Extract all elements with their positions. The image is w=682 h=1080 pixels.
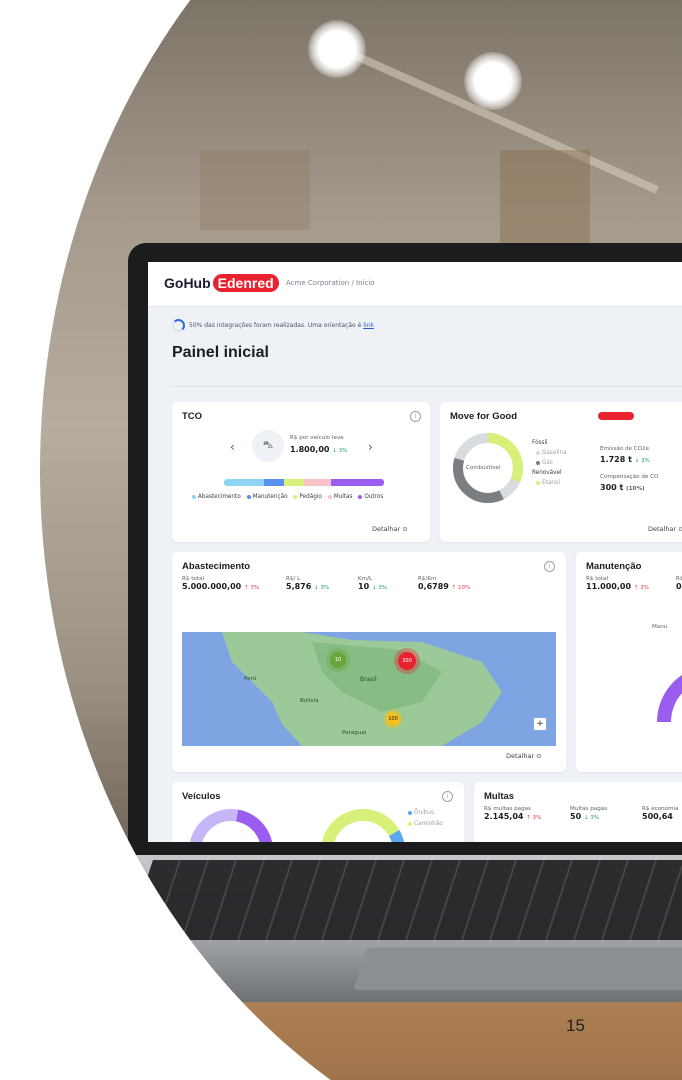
notice-link[interactable]: link [363,322,374,329]
chevron-left-icon[interactable]: ‹ [230,440,235,454]
card-title: Manutenção [586,561,642,572]
move-for-good-logo [598,412,634,420]
info-icon[interactable]: i [442,791,453,802]
car-icon: ⛍ [252,430,284,462]
arrow-right-icon: ⊙ [678,525,682,533]
kpi-savings: R$ economia 500,64 [642,806,679,821]
vehicles-donut-2 [321,809,405,842]
integration-notice: 50% das integrações foram realizadas. Um… [172,319,374,332]
kpi-km-per-liter: Km/L 10 ↓ 3% [358,576,388,591]
info-icon[interactable]: i [544,561,555,572]
compensation-label: Compensação de CO [600,474,659,480]
multas-card: Multas R$ multas pagas 2.145,04 ↑ 3% Mult… [474,782,682,842]
zoom-in-button[interactable]: + [534,718,546,730]
card-title: TCO [182,411,203,422]
ceiling-lamp [464,52,522,110]
map-label: Bolivia [300,698,319,704]
kpi-total: R$ total 5.000.000,00 ↑ 3% [182,576,260,591]
laptop-trackpad [353,948,682,990]
tco-caption: R$ por veículo leve [290,435,344,441]
ceiling-lamp [308,20,366,78]
kpi-price-per-liter: R$/ L 5,876 ↓ 3% [286,576,330,591]
brand-logo[interactable]: GoHub Edenred [164,274,279,292]
vehicles-legend: Ônibus Caminhão [404,808,443,830]
arrow-right-icon: ⊙ [402,525,408,533]
card-title: Multas [484,791,515,802]
kpi-fines-paid-value: R$ multas pagas 2.145,04 ↑ 3% [484,806,542,821]
card-title: Abastecimento [182,561,251,572]
tco-card: TCO i ‹ ⛍ R$ por veículo leve 1.800,00 ↓… [172,402,430,542]
page-title: Painel inicial [172,344,269,361]
slide-page-number: 15 [566,1016,585,1035]
fuel-map[interactable]: Brasil Perú Bolivia Paraguai 10 300 100 … [182,632,556,746]
card-title: Move for Good [450,411,518,422]
map-marker[interactable]: 300 [398,652,416,670]
shelf [500,150,590,250]
abastecimento-card: Abastecimento i R$ total 5.000.000,00 ↑ 3… [172,552,566,772]
compensation-value: 300 t (10%) [600,483,645,492]
veiculos-card: Veículos i Ônibus Caminhão [172,782,464,842]
tco-legend: Abastecimento Manutenção Pedágio Multas … [188,494,383,500]
divider [172,386,682,387]
arrow-right-icon: ⊙ [536,752,542,760]
map-label: Brasil [360,676,377,683]
south-america-shape [222,632,502,746]
manutencao-card: Manutenção R$ total11.000,00 ↑ 3% R$0, M… [576,552,682,772]
kpi-price-per-km: R$/Km 0,6789 ↑ 10% [418,576,471,591]
detail-link[interactable]: Detalhar ⊙ [648,525,682,533]
photo-background: GoHub Edenred Acme Corporation / Início 5… [40,0,682,1080]
laptop-screen: GoHub Edenred Acme Corporation / Início 5… [148,262,682,842]
progress-ring-icon [172,319,185,332]
chevron-right-icon[interactable]: › [368,440,373,454]
emission-value: 1.728 t ↓ 3% [600,455,650,464]
info-icon[interactable]: i [410,411,421,422]
card-title: Veículos [182,791,221,802]
move-for-good-card: Move for Good Combustível Fóssil Gasolin… [440,402,682,542]
kpi-secondary: R$0, [676,576,682,591]
top-bar: GoHub Edenred Acme Corporation / Início [148,262,682,307]
kpi-fines-paid-count: Multas pagas 50 ↓ 3% [570,806,608,821]
shelf [200,150,310,230]
laptop-keyboard [127,860,682,940]
donut-center-label: Combustível [466,465,501,471]
breadcrumb[interactable]: Acme Corporation / Início [286,279,375,287]
fuel-legend: Fóssil Gasolina Gás Renovável Etanol [532,440,567,486]
map-label: Paraguai [342,730,367,736]
detail-link[interactable]: Detalhar ⊙ [372,525,408,533]
detail-link[interactable]: Detalhar ⊙ [506,752,542,760]
vehicles-donut-1 [189,809,273,842]
tco-value: 1.800,00 ↓ 3% [290,445,348,454]
map-label: Perú [244,676,257,682]
emission-label: Emissão de CO2e [600,446,650,452]
kpi-total: R$ total 11.000,00 ↑ 3% [586,576,649,591]
chart-label: Manu [652,624,668,630]
tco-bar [224,479,384,486]
maintenance-gauge [657,665,682,723]
map-marker[interactable]: 100 [386,712,400,726]
map-marker[interactable]: 10 [330,652,346,668]
